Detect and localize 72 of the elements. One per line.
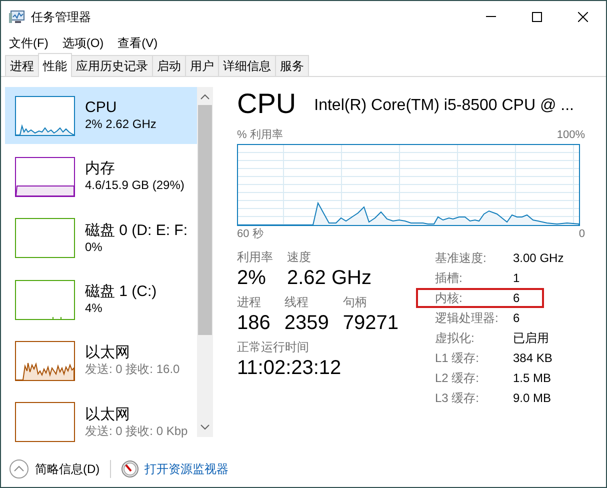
sidebar-item[interactable]: 以太网 发送: 0 接收: 16.0 — [5, 332, 197, 390]
spec-label: 插槽: — [435, 270, 464, 287]
close-icon — [578, 12, 588, 22]
spec-value: 6 — [513, 290, 520, 307]
maximize-icon — [532, 12, 542, 22]
stat-value: 2359 — [284, 311, 329, 335]
item-detail: 2% 2.62 GHz — [85, 117, 156, 132]
stat-label: 速度 — [287, 249, 312, 266]
tab[interactable]: 服务 — [275, 55, 309, 76]
spec-value: 1.5 MB — [513, 370, 552, 387]
panel-title: CPU — [237, 87, 296, 121]
spec-label: L1 缓存: — [435, 350, 480, 367]
menu-item[interactable]: 选项(O) — [58, 34, 108, 52]
spec-value: 1 — [513, 270, 520, 287]
item-title: 内存 — [85, 160, 116, 178]
tab[interactable]: 用户 — [185, 55, 219, 76]
spec-value: 384 KB — [513, 350, 552, 367]
menu-item[interactable]: 文件(F) — [5, 34, 52, 52]
item-detail: 0% — [85, 240, 104, 255]
spec-label: 虚拟化: — [435, 330, 476, 347]
stat-value: 2% — [237, 266, 267, 290]
item-title: 磁盘 1 (C:) — [85, 283, 157, 302]
spec-value: 3.00 GHz — [513, 250, 564, 267]
stat-value: 79271 — [342, 311, 398, 335]
spec-label: 逻辑处理器: — [435, 310, 500, 327]
sidebar-item[interactable]: 内存 4.6/15.9 GB (29%) — [5, 148, 197, 206]
resource-monitor-link[interactable]: 打开资源监视器 — [144, 460, 229, 478]
tab[interactable]: 应用历史记录 — [71, 55, 153, 76]
spec-value: 已启用 — [513, 330, 549, 347]
chart-label: % 利用率 — [237, 128, 283, 143]
item-title: 以太网 — [85, 406, 131, 424]
sidebar-item[interactable]: 以太网 发送: 0 接收: 0 Kbp — [5, 394, 197, 451]
menu-item[interactable]: 查看(V) — [114, 34, 162, 52]
stat-value: 2.62 GHz — [287, 266, 372, 290]
tab[interactable]: 启动 — [152, 55, 186, 76]
item-detail: 发送: 0 接收: 0 Kbp — [85, 424, 188, 439]
tab[interactable]: 进程 — [5, 55, 39, 76]
spec-label: 基准速度: — [435, 250, 488, 267]
spec-value: 9.0 MB — [513, 390, 552, 407]
chart-label: 60 秒 — [237, 226, 264, 242]
spec-value: 6 — [513, 310, 520, 327]
cpu-model: Intel(R) Core(TM) i5-8500 CPU @ ... — [314, 96, 574, 116]
tab[interactable]: 详细信息 — [218, 55, 276, 76]
minimize-icon — [486, 16, 496, 17]
item-detail: 4% — [85, 301, 104, 316]
spec-label: L2 缓存: — [435, 370, 480, 387]
spec-label: 内核: — [435, 290, 464, 307]
tab[interactable]: 性能 — [38, 53, 72, 77]
window-title: 任务管理器 — [31, 8, 91, 26]
item-detail: 4.6/15.9 GB (29%) — [85, 178, 184, 194]
item-title: 磁盘 0 (D: E: F: — [85, 222, 188, 240]
spec-label: L3 缓存: — [435, 390, 480, 407]
collapse-icon[interactable] — [9, 459, 29, 479]
sidebar-item[interactable]: 磁盘 0 (D: E: F: 0% — [5, 210, 197, 267]
item-detail: 发送: 0 接收: 16.0 — [85, 362, 180, 378]
chart-label: 0 — [578, 226, 585, 242]
stat-label: 句柄 — [342, 294, 368, 311]
summary-button[interactable]: 简略信息(D) — [35, 460, 100, 478]
stat-label: 正常运行时间 — [237, 339, 310, 356]
item-title: CPU — [85, 99, 118, 118]
stat-value: 186 — [237, 311, 270, 335]
stat-value: 11:02:23:12 — [237, 356, 342, 380]
scrollbar[interactable] — [197, 87, 213, 437]
stat-label: 利用率 — [237, 249, 273, 266]
stat-label: 进程 — [237, 294, 262, 311]
app-icon — [9, 10, 25, 24]
sidebar-item[interactable]: 磁盘 1 (C:) 4% — [5, 270, 197, 328]
sidebar-item[interactable]: CPU 2% 2.62 GHz — [5, 87, 197, 144]
stat-label: 线程 — [284, 294, 310, 311]
item-title: 以太网 — [85, 344, 131, 362]
chart-label: 100% — [556, 128, 585, 143]
gauge-icon — [120, 460, 139, 478]
